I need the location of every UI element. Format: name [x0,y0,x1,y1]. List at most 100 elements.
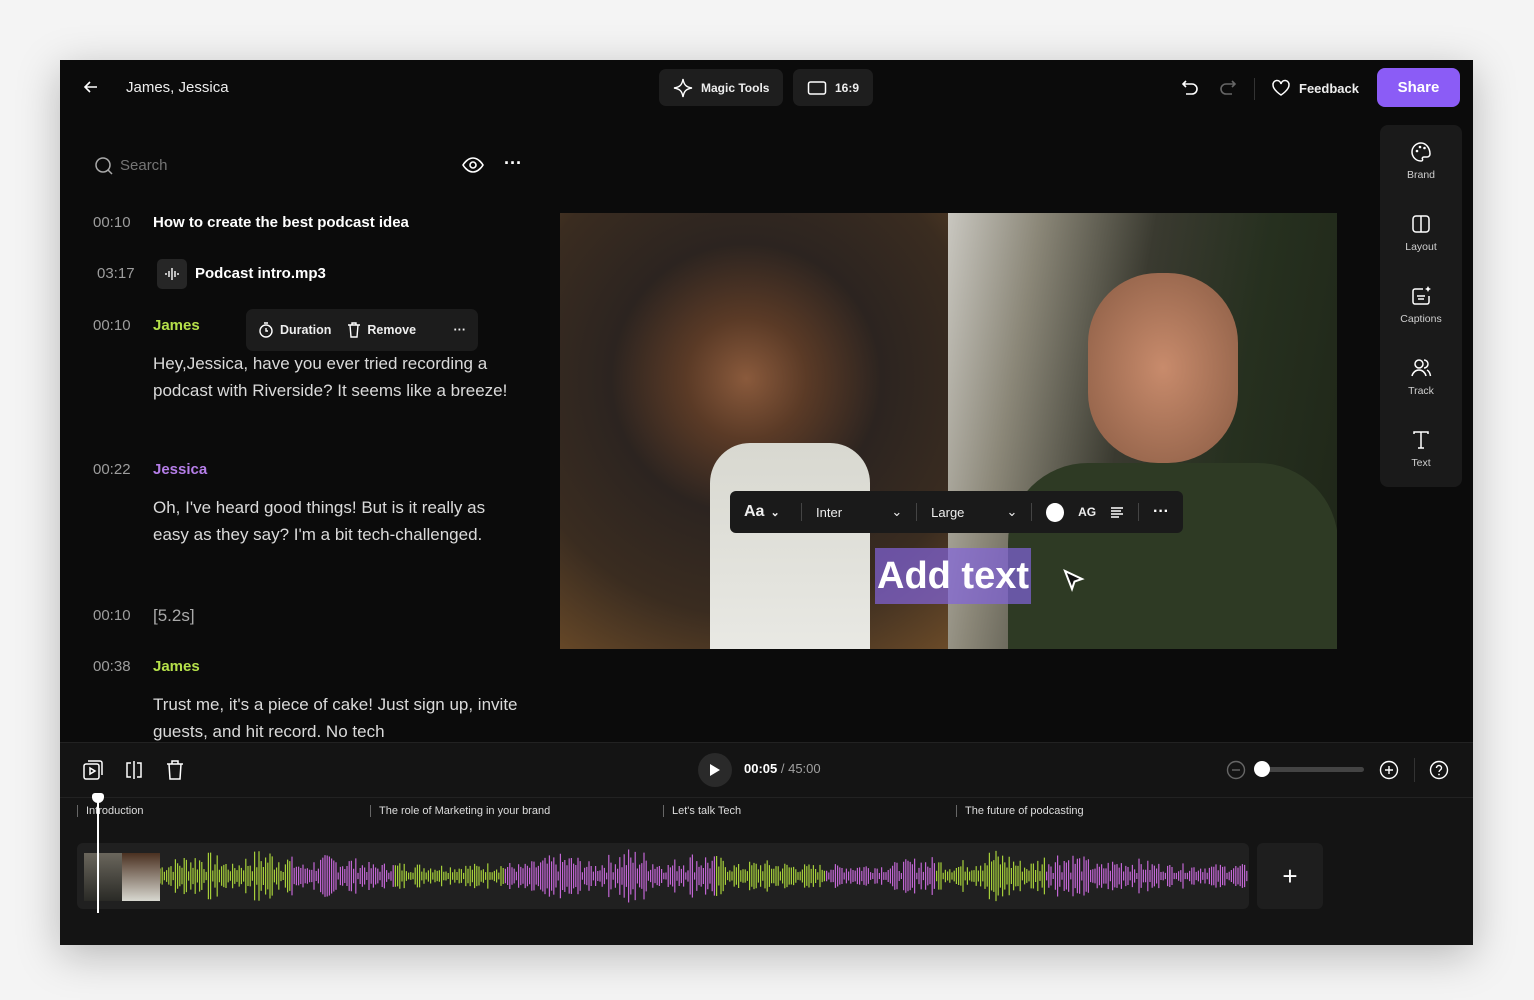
transcript-text[interactable]: Hey,Jessica, have you ever tried recordi… [153,350,513,404]
rail-item-text[interactable]: Text [1380,413,1462,485]
layout-icon [1412,215,1430,233]
divider [1031,503,1033,521]
plus-circle-icon [1379,760,1399,780]
divider [60,797,1473,798]
chapter-marker[interactable]: The future of podcasting [956,805,1084,817]
duration-label: Duration [280,323,332,337]
transcript-panel: ··· 00:10 How to create the best podcast… [60,145,540,742]
chapter-marker[interactable]: Let's talk Tech [663,805,741,817]
zoom-slider-handle[interactable] [1254,761,1270,777]
media-icon [83,760,103,780]
pause-marker[interactable]: [5.2s] [153,606,195,626]
rail-item-track[interactable]: Track [1380,341,1462,413]
project-title: James, Jessica [126,79,229,96]
help-button[interactable] [1429,760,1449,780]
add-track-button[interactable]: + [1257,843,1323,909]
delete-button[interactable] [165,759,185,781]
divider [801,503,803,521]
minus-circle-icon [1226,760,1246,780]
shirt [710,443,870,649]
back-button[interactable] [82,78,100,96]
size-dropdown[interactable]: Large ⌄ [931,504,1017,520]
rail-item-brand[interactable]: Brand [1380,125,1462,197]
rail-item-layout[interactable]: Layout [1380,197,1462,269]
search-input[interactable] [120,154,420,176]
track-icon [1411,359,1432,377]
rail-label: Brand [1406,169,1436,181]
timeline-panel: 00:05 / 45:00 Introduction The role of M… [60,742,1473,945]
chapter-marker[interactable]: The role of Marketing in your brand [370,805,550,817]
eye-icon [462,157,484,173]
font-dropdown[interactable]: Inter ⌄ [816,504,902,520]
text-case-button[interactable]: AG [1078,505,1096,519]
play-button[interactable] [698,753,732,787]
speaker-name[interactable]: James [153,658,200,675]
cursor-icon [1062,568,1086,592]
text-style-label: Aa [744,503,765,520]
audio-track[interactable] [77,843,1249,909]
rail-label: Track [1408,385,1434,397]
rail-item-captions[interactable]: Captions [1380,269,1462,341]
playhead-handle[interactable] [92,793,104,803]
timer-icon [259,322,273,338]
heart-icon [1272,79,1290,96]
playhead[interactable] [97,799,99,913]
segment-context-menu: Duration Remove ··· [246,309,478,351]
align-button[interactable] [1110,506,1124,518]
remove-button[interactable]: Remove [347,322,416,338]
entry-timestamp: 00:10 [93,607,131,624]
visibility-button[interactable] [462,156,484,174]
more-options-button[interactable]: ··· [1153,503,1169,521]
text-color-button[interactable] [1046,502,1065,522]
transcript-text[interactable]: Trust me, it's a piece of cake! Just sig… [153,691,523,742]
palette-icon [1411,142,1431,162]
split-icon [126,761,142,779]
remove-label: Remove [367,323,417,337]
text-toolbar: Aa ⌄ Inter ⌄ Large ⌄ AG ··· [730,491,1183,533]
current-time: 00:05 [744,761,778,776]
aspect-ratio-button[interactable]: 16:9 [793,69,874,106]
zoom-in-button[interactable] [1379,760,1399,780]
chapter-timestamp: 00:10 [93,214,131,231]
arrow-left-icon [83,81,97,93]
magic-tools-button[interactable]: Magic Tools [659,69,784,106]
align-left-icon [1111,507,1124,518]
chapter-marker[interactable]: Introduction [77,805,143,817]
chapter-title[interactable]: How to create the best podcast idea [153,214,409,231]
more-options-button[interactable]: ··· [504,153,522,174]
video-canvas[interactable]: Aa ⌄ Inter ⌄ Large ⌄ AG ··· Add text [560,213,1337,649]
speaker-name[interactable]: Jessica [153,461,207,478]
text-style-dropdown[interactable]: Aa ⌄ [744,503,787,521]
duration-button[interactable]: Duration [258,322,331,338]
chevron-down-icon: ⌄ [1006,504,1018,519]
split-button[interactable] [123,759,145,781]
text-overlay[interactable]: Add text [875,548,1031,604]
help-icon [1429,760,1449,780]
entry-timestamp: 00:38 [93,658,131,675]
audio-timestamp: 03:17 [97,265,135,282]
chevron-down-icon: ⌄ [891,504,903,519]
redo-button[interactable] [1218,78,1238,98]
redo-icon [1220,80,1237,95]
entry-timestamp: 00:22 [93,461,131,478]
undo-button[interactable] [1180,78,1200,98]
rail-label: Captions [1400,313,1442,325]
font-label: Inter [816,504,843,520]
trash-icon [167,760,183,780]
entry-timestamp: 00:10 [93,317,131,334]
ellipsis-icon: ··· [504,153,522,173]
more-menu-button[interactable]: ··· [454,323,467,337]
transcript-text[interactable]: Oh, I've heard good things! But is it re… [153,494,513,548]
size-label: Large [931,504,965,520]
rectangle-icon [807,80,827,95]
audio-file-name[interactable]: Podcast intro.mp3 [195,265,326,282]
zoom-out-button[interactable] [1226,760,1246,780]
play-icon [710,764,720,776]
share-button[interactable]: Share [1377,68,1460,107]
jessica-thumbnail [122,853,160,901]
clip-button[interactable] [82,759,104,781]
feedback-button[interactable]: Feedback [1271,78,1359,98]
magic-tools-label: Magic Tools [701,80,770,95]
speaker-name[interactable]: James [153,317,200,334]
zoom-slider[interactable] [1256,767,1364,772]
